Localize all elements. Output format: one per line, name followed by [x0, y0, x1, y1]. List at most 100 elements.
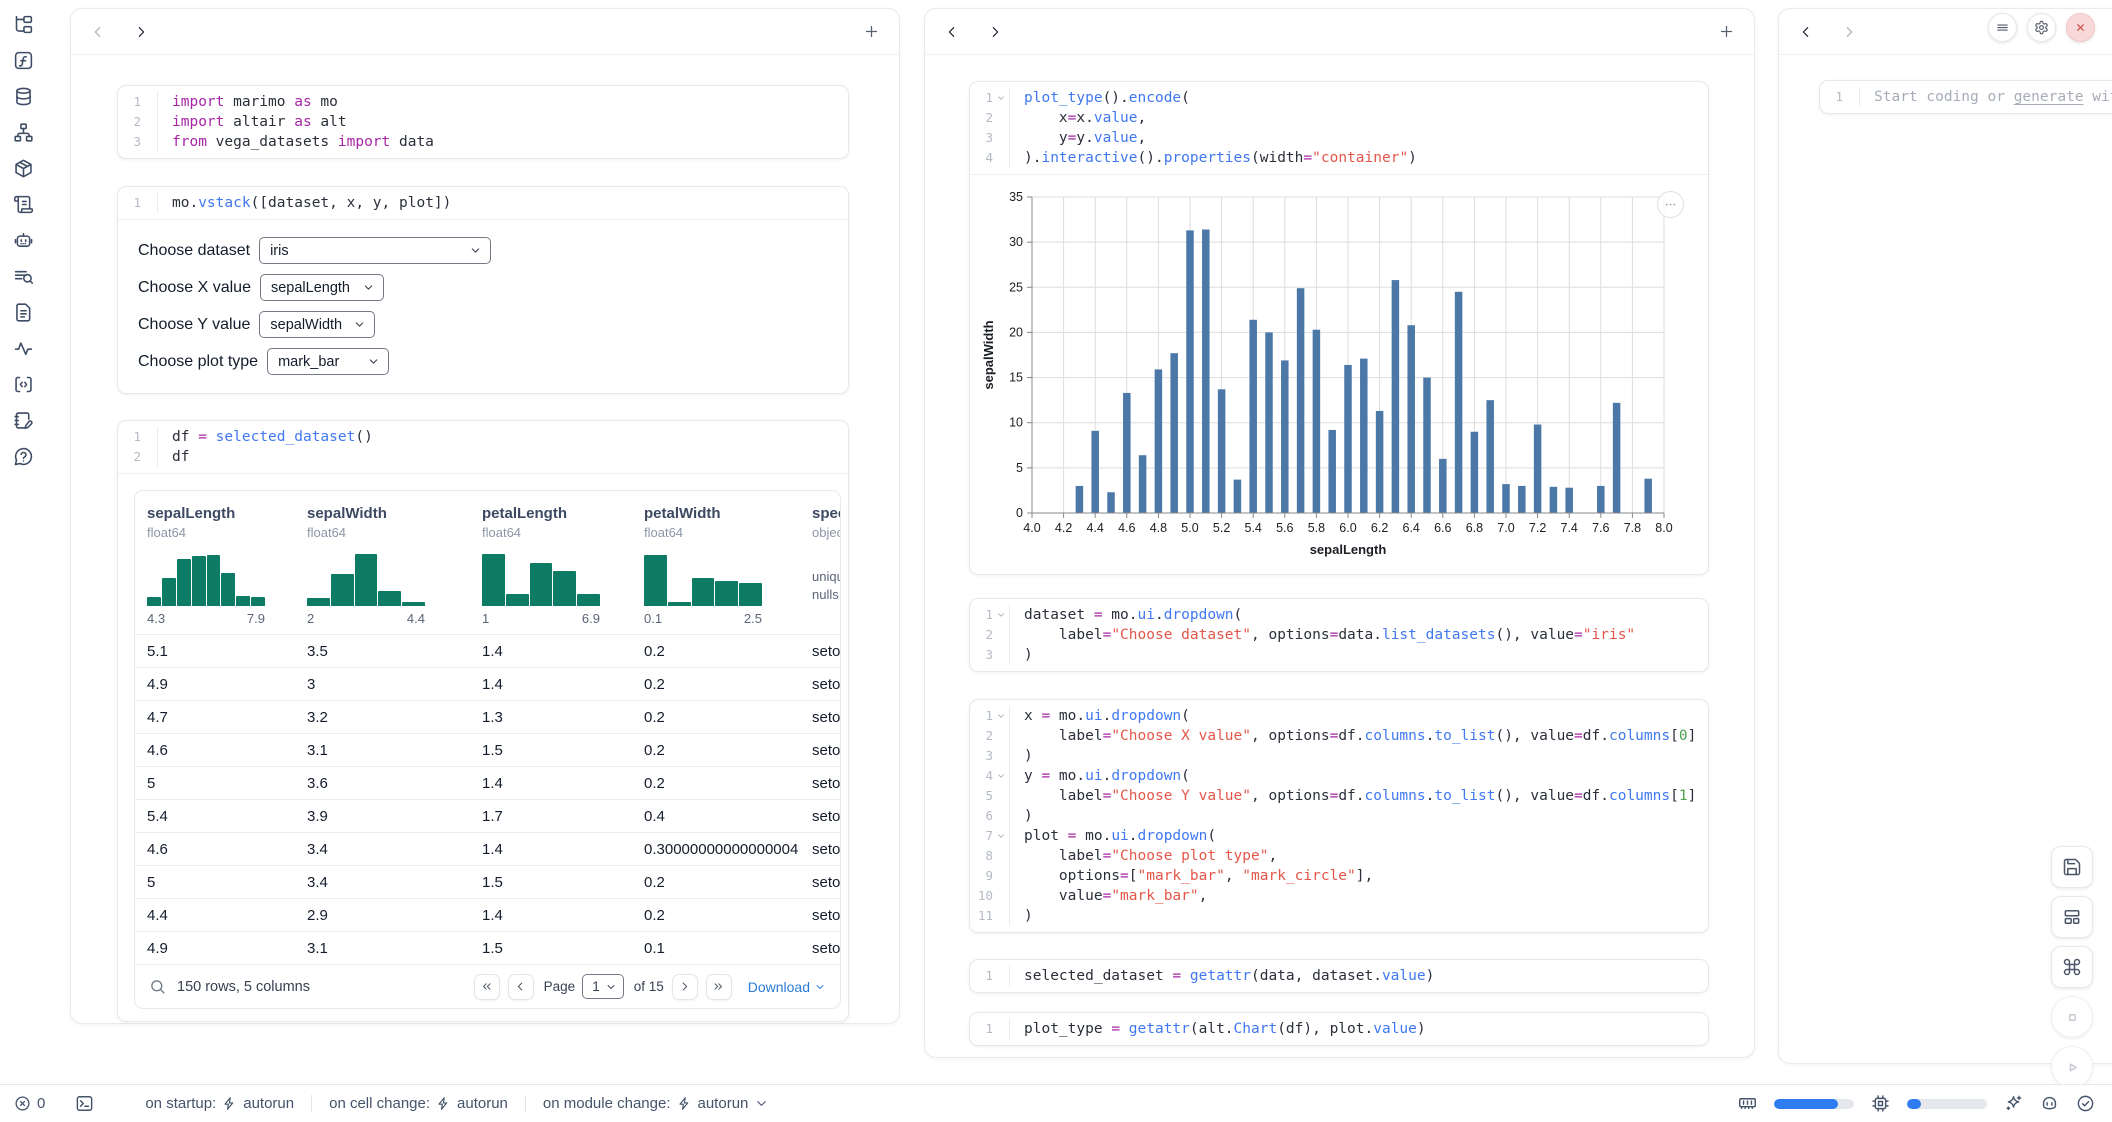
column-histogram[interactable] — [482, 551, 600, 606]
cell-editor[interactable]: 1plot_type().encode(2 x=x.value,3 y=y.va… — [970, 82, 1708, 174]
scratchpad-cell[interactable]: 1 Start coding or generate with — [1819, 80, 2112, 114]
table-row[interactable]: 5.43.91.70.4setosa — [135, 799, 841, 832]
fold-chevron-icon[interactable] — [996, 93, 1006, 103]
sidebar-dependency-graph-icon[interactable] — [13, 122, 34, 143]
cell-editor[interactable]: 1selected_dataset = getattr(data, datase… — [970, 960, 1708, 992]
shutdown-button[interactable] — [2066, 13, 2095, 42]
errors-indicator[interactable]: 0 — [14, 1095, 45, 1112]
run-button[interactable] — [2051, 1046, 2093, 1088]
column-header-petalLength[interactable]: petalLengthfloat6416.9 — [470, 505, 632, 626]
sidebar-scroll-text-icon[interactable] — [13, 194, 34, 215]
column-header-petalWidth[interactable]: petalWidthfloat640.12.5 — [632, 505, 800, 626]
sidebar-log-search-icon[interactable] — [13, 266, 34, 287]
table-row[interactable]: 53.41.50.2setosa — [135, 865, 841, 898]
download-button[interactable]: Download — [748, 979, 826, 995]
table-row[interactable]: 4.63.41.40.30000000000000004setosa — [135, 832, 841, 865]
column-next-button[interactable] — [133, 24, 149, 40]
cell-imports[interactable]: 1import marimo as mo2import altair as al… — [117, 85, 849, 159]
sidebar-package-icon[interactable] — [13, 158, 34, 179]
sidebar-document-icon[interactable] — [13, 302, 34, 323]
scratchpad-editor[interactable]: 1 Start coding or generate with — [1820, 81, 2112, 113]
cell-editor[interactable]: 1x = mo.ui.dropdown(2 label="Choose X va… — [970, 700, 1708, 932]
menu-button[interactable] — [1988, 13, 2017, 42]
memory-icon[interactable] — [1738, 1094, 1757, 1113]
cell-editor[interactable]: 1import marimo as mo2import altair as al… — [118, 86, 848, 158]
sidebar-database-icon[interactable] — [13, 86, 34, 107]
layout-button[interactable] — [2051, 896, 2093, 938]
sidebar-notebook-pen-icon[interactable] — [13, 410, 34, 431]
sidebar-activity-icon[interactable] — [13, 338, 34, 359]
column-histogram[interactable] — [147, 551, 265, 606]
sidebar-function-square-icon[interactable] — [13, 50, 34, 71]
copilot-icon[interactable] — [2040, 1094, 2059, 1113]
sidebar-help-bubble-icon[interactable] — [13, 446, 34, 467]
code-line: x=x.value, — [1010, 108, 1708, 128]
page-select[interactable]: 1 — [582, 974, 624, 999]
generate-with-ai-link[interactable]: generate — [2014, 89, 2084, 105]
cell-editor[interactable]: 1df = selected_dataset()2df — [118, 421, 848, 473]
prev-page-button[interactable] — [508, 974, 534, 1000]
fold-chevron-icon[interactable] — [996, 711, 1006, 721]
cell-xy-plot-dropdowns[interactable]: 1x = mo.ui.dropdown(2 label="Choose X va… — [969, 699, 1709, 933]
table-row[interactable]: 4.93.11.50.1setosa — [135, 931, 841, 964]
first-page-button[interactable] — [474, 974, 500, 1000]
last-page-button[interactable] — [706, 974, 732, 1000]
sidebar-snippets-icon[interactable] — [13, 374, 34, 395]
ai-sparkles-icon[interactable] — [2004, 1094, 2023, 1113]
column-header-sepalLength[interactable]: sepalLengthfloat644.37.9 — [135, 505, 295, 626]
command-palette-button[interactable] — [2051, 946, 2093, 988]
chevrons-left-icon — [480, 980, 493, 993]
choose-dataset-select[interactable]: iris — [259, 237, 491, 264]
table-row[interactable]: 4.42.91.40.2setosa — [135, 898, 841, 931]
autorun-setting[interactable]: on startup:autorun — [128, 1095, 311, 1112]
fold-chevron-icon[interactable] — [996, 771, 1006, 781]
connection-status-icon[interactable] — [2076, 1094, 2095, 1113]
choose-x-value-select[interactable]: sepalLength — [260, 274, 384, 301]
next-page-button[interactable] — [672, 974, 698, 1000]
choose-y-value-select[interactable]: sepalWidth — [259, 311, 375, 338]
chart-actions-button[interactable] — [1657, 191, 1684, 218]
autorun-setting[interactable]: on cell change:autorun — [311, 1095, 525, 1112]
cell-editor[interactable]: 1dataset = mo.ui.dropdown(2 label="Choos… — [970, 599, 1708, 671]
selected-value: sepalWidth — [270, 317, 342, 333]
stop-button[interactable] — [2051, 996, 2093, 1038]
column-histogram[interactable] — [644, 551, 762, 606]
cell-vstack[interactable]: 1mo.vstack([dataset, x, y, plot])Choose … — [117, 186, 849, 394]
table-row[interactable]: 5.13.51.40.2setosa — [135, 634, 841, 667]
cell-editor[interactable]: 1plot_type = getattr(alt.Chart(df), plot… — [970, 1013, 1708, 1045]
search-icon[interactable] — [149, 978, 166, 995]
cell-editor[interactable]: 1mo.vstack([dataset, x, y, plot]) — [118, 187, 848, 219]
column-header-sepalWidth[interactable]: sepalWidthfloat6424.4 — [295, 505, 470, 626]
settings-button[interactable] — [2027, 13, 2056, 42]
cpu-icon[interactable] — [1871, 1094, 1890, 1113]
column-histogram[interactable] — [307, 551, 425, 606]
fold-chevron-icon[interactable] — [996, 610, 1006, 620]
sidebar-file-tree-icon[interactable] — [13, 14, 34, 35]
fold-chevron-icon[interactable] — [996, 831, 1006, 841]
cell-dataset-dropdown[interactable]: 1dataset = mo.ui.dropdown(2 label="Choos… — [969, 598, 1709, 672]
table-row[interactable]: 4.73.21.30.2setosa — [135, 700, 841, 733]
save-button[interactable] — [2051, 846, 2093, 888]
autorun-setting[interactable]: on module change:autorun — [525, 1095, 786, 1112]
column-next-button[interactable] — [987, 24, 1003, 40]
terminal-button[interactable] — [75, 1094, 94, 1113]
column-next-button[interactable] — [1841, 24, 1857, 40]
add-cell-button[interactable] — [863, 23, 880, 40]
column-prev-button[interactable] — [90, 24, 106, 40]
column-prev-button[interactable] — [944, 24, 960, 40]
code-line: from vega_datasets import data — [158, 132, 848, 152]
cell-selected-dataset[interactable]: 1selected_dataset = getattr(data, datase… — [969, 959, 1709, 993]
bar-chart[interactable]: 4.04.24.44.64.85.05.25.45.65.86.06.26.46… — [980, 185, 1678, 563]
table-row[interactable]: 4.63.11.50.2setosa — [135, 733, 841, 766]
table-row[interactable]: 53.61.40.2setosa — [135, 766, 841, 799]
cell-plot[interactable]: 1plot_type().encode(2 x=x.value,3 y=y.va… — [969, 81, 1709, 575]
column-prev-button[interactable] — [1798, 24, 1814, 40]
sidebar-chat-bot-icon[interactable] — [13, 230, 34, 251]
choose-plot-type-select[interactable]: mark_bar — [267, 348, 389, 375]
column-header-species[interactable]: speciesobjectunique:nulls: — [800, 505, 841, 626]
cell-plot-type[interactable]: 1plot_type = getattr(alt.Chart(df), plot… — [969, 1012, 1709, 1046]
table-cell: 1.5 — [470, 874, 632, 891]
table-row[interactable]: 4.931.40.2setosa — [135, 667, 841, 700]
cell-dataframe[interactable]: 1df = selected_dataset()2df sepalLengthfl… — [117, 420, 849, 1022]
add-cell-button[interactable] — [1718, 23, 1735, 40]
